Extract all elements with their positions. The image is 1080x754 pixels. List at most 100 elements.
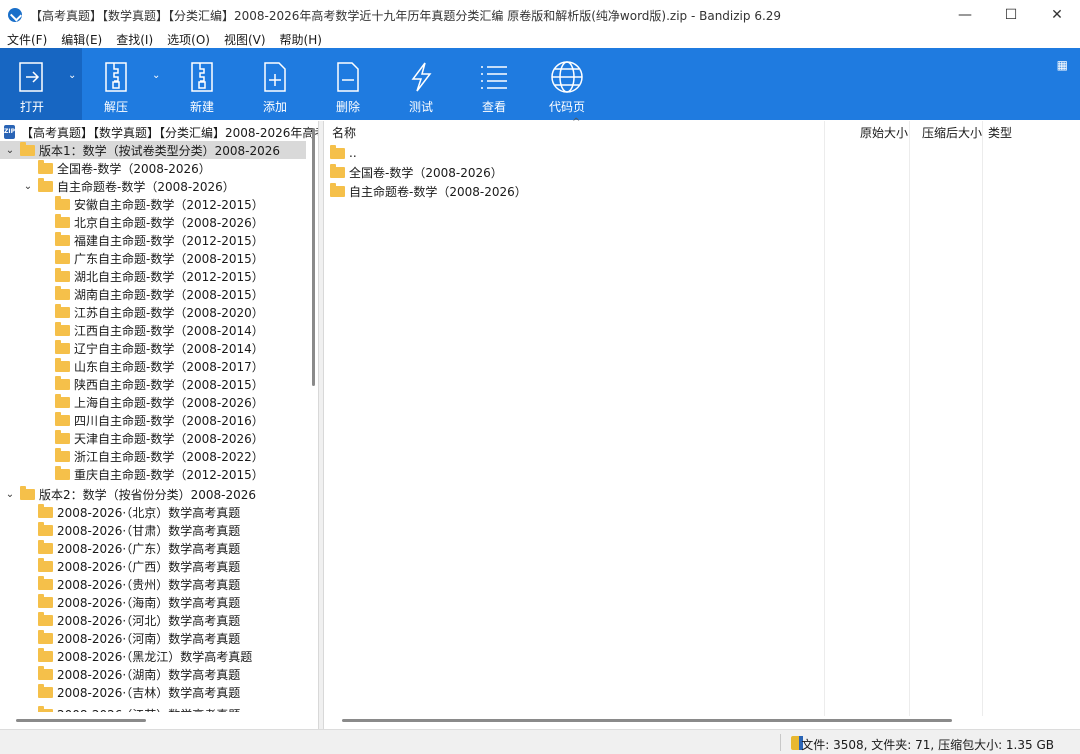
column-original-size[interactable]: 原始大小 — [860, 121, 908, 143]
add-file-icon — [255, 60, 295, 94]
menu-edit[interactable]: 编辑(E) — [54, 31, 109, 48]
tree-item-label: 陕西自主命题-数学（2008-2015） — [74, 377, 264, 392]
tree-item-province[interactable]: 湖南自主命题-数学（2008-2015） — [0, 285, 264, 303]
tree-item-province[interactable]: 天津自主命题-数学（2008-2026） — [0, 429, 264, 447]
delete-file-icon — [328, 60, 368, 94]
folder-icon — [330, 144, 345, 159]
tree-item-province[interactable]: 辽宁自主命题-数学（2008-2014） — [0, 339, 264, 357]
view-button[interactable]: 查看 — [472, 48, 516, 120]
tree-item-province[interactable]: 陕西自主命题-数学（2008-2015） — [0, 375, 264, 393]
menu-view[interactable]: 视图(V) — [217, 31, 273, 48]
minimize-button[interactable]: — — [942, 0, 988, 30]
tree-item-province[interactable]: 2008-2026·（甘肃）数学高考真题 — [0, 521, 240, 539]
tree-item-version1[interactable]: ⌄ 版本1：数学（按试卷类型分类）2008-2026 — [0, 141, 306, 159]
tree-item-national[interactable]: 全国卷-数学（2008-2026） — [0, 159, 211, 177]
tree-item-province[interactable]: 安徽自主命题-数学（2012-2015） — [0, 195, 264, 213]
add-button[interactable]: 添加 — [253, 48, 297, 120]
tree-item-province[interactable]: 2008-2026·（吉林）数学高考真题 — [0, 683, 240, 701]
add-label: 添加 — [262, 100, 287, 114]
toolbar: 打开 ⌄ 解压 ⌄ 新建 添加 删除 测试 查看 代码页 ▦ — [0, 48, 1080, 120]
list-horizontal-scrollbar[interactable] — [342, 719, 952, 722]
open-button[interactable]: 打开 — [8, 48, 56, 120]
collapse-chevron-icon[interactable]: ⌄ — [4, 489, 16, 500]
maximize-button[interactable]: ☐ — [988, 0, 1034, 30]
folder-icon — [55, 231, 70, 246]
delete-label: 删除 — [335, 100, 360, 114]
tree-horizontal-scrollbar[interactable] — [16, 719, 146, 722]
test-label: 测试 — [408, 100, 433, 114]
menu-help[interactable]: 帮助(H) — [273, 31, 329, 48]
layout-grid-icon[interactable]: ▦ — [1057, 58, 1068, 72]
tree-item-province[interactable]: 2008-2026·（河南）数学高考真题 — [0, 629, 240, 647]
tree-item-province[interactable]: 山东自主命题-数学（2008-2017） — [0, 357, 264, 375]
tree-item-label: 天津自主命题-数学（2008-2026） — [74, 431, 264, 446]
menu-find[interactable]: 查找(I) — [109, 31, 160, 48]
delete-button[interactable]: 删除 — [326, 48, 370, 120]
tree-item-province[interactable]: 浙江自主命题-数学（2008-2022） — [0, 447, 264, 465]
folder-icon — [38, 503, 53, 518]
tree-item-province[interactable]: 2008-2026·（黑龙江）数学高考真题 — [0, 647, 252, 665]
open-archive-icon — [12, 60, 52, 94]
test-button[interactable]: 测试 — [399, 48, 443, 120]
folder-icon — [55, 195, 70, 210]
menu-options[interactable]: 选项(O) — [160, 31, 217, 48]
column-compressed-size[interactable]: 压缩后大小 — [922, 121, 982, 143]
tree-root[interactable]: ZIP 【高考真题】【数学真题】【分类汇编】2008-2026年高考 — [0, 123, 318, 141]
tree-item-province[interactable]: 北京自主命题-数学（2008-2026） — [0, 213, 264, 231]
column-name[interactable]: 名称 — [332, 121, 356, 143]
open-dropdown-icon[interactable]: ⌄ — [68, 70, 76, 81]
tree-root-label: 【高考真题】【数学真题】【分类汇编】2008-2026年高考 — [20, 125, 318, 140]
tree-item-province[interactable]: 2008-2026·（广东）数学高考真题 — [0, 539, 240, 557]
tree-item-province[interactable]: 福建自主命题-数学（2012-2015） — [0, 231, 264, 249]
tree-item-version2[interactable]: ⌄ 版本2：数学（按省份分类）2008-2026 — [0, 485, 256, 503]
collapse-chevron-icon[interactable]: ⌄ — [4, 145, 16, 156]
view-label: 查看 — [481, 100, 506, 114]
tree-item-province[interactable]: 江西自主命题-数学（2008-2014） — [0, 321, 264, 339]
globe-icon — [547, 60, 587, 94]
folder-icon — [38, 159, 53, 174]
list-item-label: 全国卷-数学（2008-2026） — [349, 165, 503, 180]
folder-icon — [38, 557, 53, 572]
close-button[interactable]: ✕ — [1034, 0, 1080, 30]
extract-dropdown-icon[interactable]: ⌄ — [152, 70, 160, 81]
tree-item-label: 2008-2026·（海南）数学高考真题 — [57, 595, 241, 610]
tree-item-province[interactable]: 上海自主命题-数学（2008-2026） — [0, 393, 264, 411]
tree-item-province[interactable]: 2008-2026·（河北）数学高考真题 — [0, 611, 240, 629]
collapse-chevron-icon[interactable]: ⌄ — [22, 181, 34, 192]
new-archive-icon — [182, 60, 222, 94]
tree-item-province[interactable]: 2008-2026·（北京）数学高考真题 — [0, 503, 240, 521]
folder-icon — [38, 647, 53, 662]
folder-icon — [55, 375, 70, 390]
tree-item-label: 浙江自主命题-数学（2008-2022） — [74, 449, 264, 464]
list-item-parent[interactable]: .. — [330, 144, 357, 162]
tree-item-province[interactable]: 2008-2026·（广西）数学高考真题 — [0, 557, 240, 575]
tree-item-province[interactable]: 湖北自主命题-数学（2012-2015） — [0, 267, 264, 285]
new-archive-button[interactable]: 新建 — [180, 48, 224, 120]
list-item[interactable]: 全国卷-数学（2008-2026） — [330, 163, 503, 181]
list-item[interactable]: 自主命题卷-数学（2008-2026） — [330, 182, 527, 200]
bandizip-app-icon — [8, 8, 22, 22]
tree-item-province[interactable]: 四川自主命题-数学（2008-2016） — [0, 411, 264, 429]
tree-item-province[interactable]: 2008-2026·（湖南）数学高考真题 — [0, 665, 240, 683]
tree-item-province[interactable]: 广东自主命题-数学（2008-2015） — [0, 249, 264, 267]
tree-item-province[interactable]: 2008-2026·（海南）数学高考真题 — [0, 593, 240, 611]
codepage-button[interactable]: 代码页 — [545, 48, 589, 120]
status-text: 文件: 3508, 文件夹: 71, 压缩包大小: 1.35 GB — [801, 738, 1054, 752]
tree-item-label: 2008-2026·（贵州）数学高考真题 — [57, 577, 241, 592]
menu-file[interactable]: 文件(F) — [0, 31, 54, 48]
tree-item-label: 山东自主命题-数学（2008-2017） — [74, 359, 264, 374]
menu-bar: 文件(F) 编辑(E) 查找(I) 选项(O) 视图(V) 帮助(H) — [0, 30, 1080, 48]
tree-item-label: 2008-2026·（河南）数学高考真题 — [57, 631, 241, 646]
tree-item-label: 北京自主命题-数学（2008-2026） — [74, 215, 264, 230]
tree-item-province[interactable]: 重庆自主命题-数学（2012-2015） — [0, 465, 264, 483]
extract-button[interactable]: 解压 — [94, 48, 138, 120]
tree-item-province[interactable]: 江苏自主命题-数学（2008-2020） — [0, 303, 264, 321]
tree-item-independent[interactable]: ⌄ 自主命题卷-数学（2008-2026） — [0, 177, 235, 195]
tree-vertical-scrollbar[interactable] — [312, 128, 315, 386]
status-bar: 文件: 3508, 文件夹: 71, 压缩包大小: 1.35 GB — [0, 729, 1080, 754]
column-type[interactable]: 类型 — [988, 121, 1012, 143]
tree-item-province[interactable]: 2008-2026·（贵州）数学高考真题 — [0, 575, 240, 593]
extract-label: 解压 — [103, 100, 128, 114]
folder-icon — [38, 611, 53, 626]
column-divider — [982, 121, 983, 716]
